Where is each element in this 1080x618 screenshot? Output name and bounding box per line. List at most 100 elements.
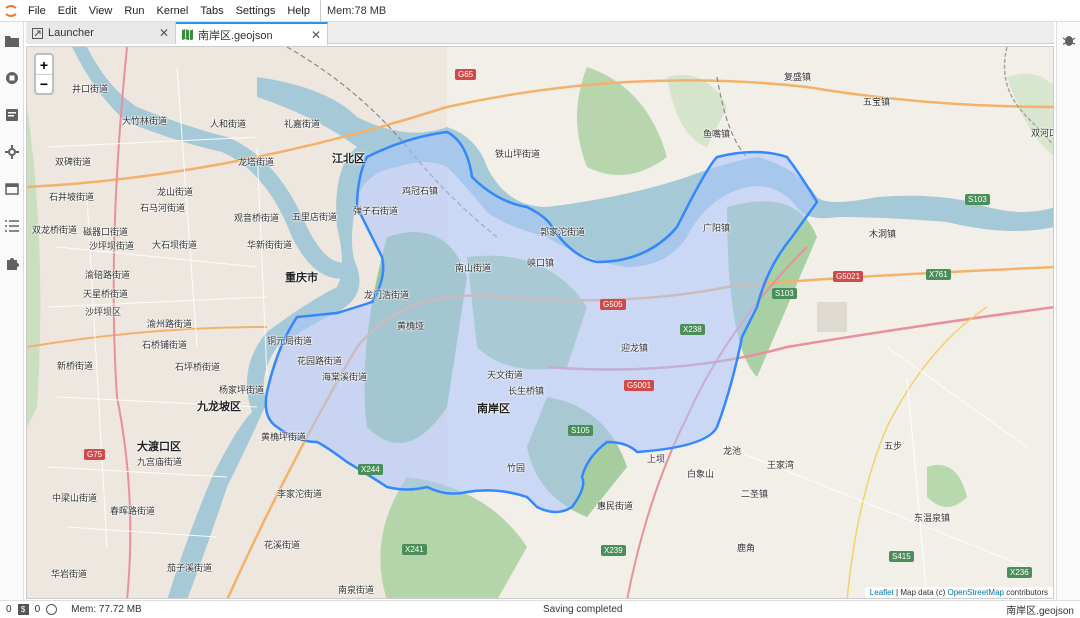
place-label: 人和街道	[210, 119, 247, 129]
road-shield: S415	[889, 551, 914, 562]
menu-settings[interactable]: Settings	[230, 0, 282, 22]
place-label: 大石坝街道	[152, 240, 198, 250]
place-label: 广阳镇	[703, 223, 731, 233]
place-label: 杨家坪街道	[219, 385, 265, 395]
left-sidebar	[0, 22, 24, 600]
map-attribution: Leaflet | Map data (c) OpenStreetMap con…	[864, 587, 1053, 598]
close-icon[interactable]: ✕	[159, 26, 169, 40]
terminal-count[interactable]: 0	[0, 604, 18, 615]
place-label: 华岩街道	[51, 569, 88, 579]
place-label: 龙山街道	[157, 187, 194, 197]
place-label: 黄桷垭	[397, 321, 425, 331]
place-label: 白象山	[687, 469, 715, 479]
launcher-icon	[32, 27, 44, 39]
place-label: 石坪桥街道	[175, 362, 221, 372]
zoom-out-button[interactable]: −	[36, 74, 52, 93]
place-label: 鹿角	[737, 543, 756, 553]
place-label: 郭家沱街道	[540, 227, 586, 237]
place-label: 渝州路街道	[147, 319, 193, 329]
place-label: 五步	[884, 441, 903, 451]
place-label: 渝碚路街道	[85, 270, 131, 280]
place-label: 新桥街道	[57, 361, 94, 371]
toc-icon[interactable]	[0, 207, 24, 244]
place-label: 弹子石街道	[353, 206, 399, 216]
road-shield: X238	[680, 324, 705, 335]
road-shield: X241	[402, 544, 427, 555]
place-label: 石马河街道	[140, 203, 186, 213]
save-status: Saving completed	[543, 604, 623, 615]
debugger-icon[interactable]	[1057, 22, 1080, 58]
place-label: 鱼嘴镇	[703, 129, 731, 139]
zoom-in-button[interactable]: +	[36, 55, 52, 74]
place-label: 花园路街道	[297, 356, 343, 366]
place-label: 峡口镇	[527, 258, 555, 268]
leaflet-map[interactable]: + − 井口街道 大竹林街道 人和街道 礼嘉街道 龙塔街道 江北区 双碑街道 龙…	[26, 46, 1054, 599]
kernel-icon	[46, 604, 58, 615]
place-label: 双碑街道	[55, 157, 92, 167]
status-bar: 0 $ 0 Mem: 77.72 MB Saving completed 南岸区…	[0, 600, 1080, 618]
place-label: 龙池	[723, 446, 742, 456]
place-label: 天星桥街道	[83, 289, 129, 299]
tab-geojson[interactable]: 南岸区.geojson ✕	[176, 22, 328, 45]
tab-label: Launcher	[48, 27, 94, 39]
place-label: 南泉街道	[338, 585, 375, 595]
road-shield: G5001	[624, 380, 655, 391]
current-file: 南岸区.geojson	[1006, 606, 1074, 617]
menu-tabs[interactable]: Tabs	[194, 0, 229, 22]
place-label: 李家沱街道	[277, 489, 323, 499]
menu-view[interactable]: View	[83, 0, 119, 22]
place-label: 王家湾	[767, 460, 795, 470]
attribution-text: contributors	[1003, 588, 1048, 597]
place-label: 五宝镇	[863, 97, 891, 107]
tab-launcher[interactable]: Launcher ✕	[26, 22, 176, 44]
folder-icon[interactable]	[0, 22, 24, 59]
menu-run[interactable]: Run	[118, 0, 150, 22]
place-label: 茄子溪街道	[167, 563, 213, 573]
tabs-icon[interactable]	[0, 170, 24, 207]
place-label: 双河口	[1031, 128, 1053, 138]
place-label: 大渡口区	[137, 441, 181, 453]
close-icon[interactable]: ✕	[311, 28, 321, 42]
map-icon	[182, 29, 194, 41]
road-shield: S105	[568, 425, 593, 436]
road-shield: X244	[358, 464, 383, 475]
road-shield: S103	[772, 288, 797, 299]
place-label: 石井坡街道	[49, 192, 95, 202]
place-label: 木洞镇	[869, 229, 897, 239]
place-label: 南岸区	[477, 403, 510, 415]
running-icon[interactable]	[0, 59, 24, 96]
commands-icon[interactable]	[0, 96, 24, 133]
menu-edit[interactable]: Edit	[52, 0, 83, 22]
place-label: 华新街街道	[247, 240, 293, 250]
place-label: 东温泉镇	[914, 513, 951, 523]
menu-kernel[interactable]: Kernel	[151, 0, 195, 22]
place-label: 铁山坪街道	[495, 149, 541, 159]
place-label: 九宫庙街道	[137, 457, 183, 467]
place-label: 长生桥镇	[508, 386, 545, 396]
attribution-text: | Map data (c)	[893, 588, 948, 597]
extension-icon[interactable]	[0, 244, 24, 281]
place-label: 井口街道	[72, 84, 109, 94]
place-label: 迎龙镇	[621, 343, 649, 353]
place-label: 沙坪坝街道	[89, 241, 135, 251]
place-label: 复盛镇	[784, 72, 812, 82]
place-label: 二圣镇	[741, 489, 769, 499]
leaflet-link[interactable]: Leaflet	[870, 588, 894, 597]
place-label: 五里店街道	[292, 212, 338, 222]
memory-indicator: Mem:78 MB	[319, 0, 392, 22]
place-label: 花溪街道	[264, 540, 301, 550]
menu-file[interactable]: File	[22, 0, 52, 22]
place-label: 天文街道	[487, 370, 524, 380]
osm-link[interactable]: OpenStreetMap	[947, 588, 1003, 597]
place-label: 中梁山街道	[52, 493, 98, 503]
place-label: 鸡冠石镇	[402, 186, 439, 196]
place-label: 龙门浩街道	[364, 290, 410, 300]
property-inspector-icon[interactable]	[0, 133, 24, 170]
place-label: 竹园	[507, 463, 526, 473]
kernel-count[interactable]: 0	[29, 604, 47, 615]
road-shield: X761	[926, 269, 951, 280]
place-label: 上坝	[647, 454, 666, 464]
menu-help[interactable]: Help	[281, 0, 316, 22]
place-label: 黄桷坪街道	[261, 432, 307, 442]
right-sidebar	[1056, 22, 1080, 600]
